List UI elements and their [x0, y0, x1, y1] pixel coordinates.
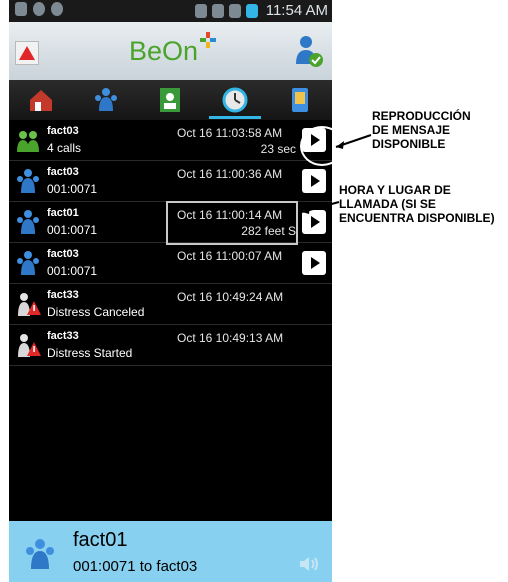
logo-plus-icon — [200, 32, 216, 48]
caller-name: fact33 — [47, 330, 79, 342]
group-green-icon — [17, 131, 39, 152]
speaker-icon[interactable] — [298, 555, 322, 573]
tab-settings[interactable] — [267, 80, 332, 120]
caller-name: fact03 — [47, 248, 79, 260]
group-blue-icon — [17, 210, 39, 234]
call-timestamp: Oct 16 10:49:13 AM — [177, 331, 284, 345]
highlight-location-box — [166, 201, 298, 245]
tab-bar — [9, 80, 332, 120]
call-timestamp: Oct 16 11:00:36 AM — [177, 167, 283, 181]
app-bar: BeOn — [9, 22, 332, 80]
contacts-icon — [94, 88, 117, 111]
active-call-detail: 001:0071 to fact03 — [73, 558, 198, 575]
play-message-button[interactable] — [302, 251, 326, 275]
play-icon — [310, 257, 320, 269]
distress-icon — [18, 334, 41, 357]
list-item[interactable]: fact33 Distress Canceled Oct 16 10:49:24 A… — [9, 284, 332, 325]
status-right-icons: 11:54 AM — [194, 2, 328, 19]
alert-button[interactable] — [15, 41, 39, 65]
call-detail: Distress Canceled — [47, 305, 145, 319]
status-bar: 11:54 AM — [9, 0, 332, 22]
tab-contacts[interactable] — [74, 80, 139, 120]
status-clock: 11:54 AM — [265, 2, 328, 19]
caller-name: fact33 — [47, 289, 79, 301]
play-message-button[interactable] — [302, 210, 326, 234]
call-detail: 001:0071 — [47, 182, 98, 196]
play-icon — [310, 216, 320, 228]
beon-logo: BeOn — [129, 36, 199, 66]
call-timestamp: Oct 16 10:49:24 AM — [177, 290, 284, 304]
user-status-icon[interactable] — [294, 34, 324, 68]
call-extra-info: 23 sec — [260, 142, 296, 156]
call-detail: Distress Started — [47, 346, 133, 360]
vibrate-icon — [194, 3, 207, 18]
caller-name: fact01 — [47, 207, 79, 219]
list-item[interactable]: fact33 Distress Started Oct 16 10:49:13 AM — [9, 325, 332, 366]
app-notification-icon — [33, 2, 45, 16]
call-timestamp: Oct 16 11:00:07 AM — [177, 249, 283, 263]
caller-name: fact03 — [47, 125, 79, 137]
battery-icon — [245, 3, 258, 18]
caller-name: fact03 — [47, 166, 79, 178]
list-item[interactable]: fact03 001:0071 Oct 16 11:00:36 AM — [9, 161, 332, 202]
annotation-playback: REPRODUCCIÓN DE MENSAJE DISPONIBLE — [372, 109, 471, 151]
distress-icon — [18, 293, 41, 316]
list-item[interactable]: fact03 4 calls Oct 16 11:03:58 AM 23 sec — [9, 120, 332, 161]
home-icon — [30, 90, 53, 111]
warning-icon — [19, 46, 35, 60]
group-blue-icon — [17, 251, 39, 275]
active-call-name: fact01 — [73, 529, 128, 551]
call-detail: 4 calls — [47, 141, 82, 155]
wifi-icon — [211, 3, 224, 18]
call-timestamp: Oct 16 11:03:58 AM — [177, 126, 283, 140]
app-notification-icon — [51, 2, 63, 16]
settings-device-icon — [291, 88, 308, 112]
call-detail: 001:0071 — [47, 264, 98, 278]
phone-screen: 11:54 AM BeOn fact03 4 calls Oct 16 11:0… — [9, 0, 332, 582]
call-detail: 001:0071 — [47, 223, 98, 237]
usb-icon — [15, 2, 27, 16]
play-icon — [310, 175, 320, 187]
status-left-icons — [15, 2, 63, 16]
play-message-button[interactable] — [302, 169, 326, 193]
active-call-bar[interactable]: fact01 001:0071 to fact03 — [9, 521, 332, 582]
contact-card-icon — [160, 88, 181, 112]
contacts-icon — [26, 539, 54, 569]
history-clock-icon — [222, 87, 248, 113]
tab-contact-card[interactable] — [138, 80, 203, 120]
tab-history[interactable] — [203, 80, 268, 120]
tab-home[interactable] — [9, 80, 74, 120]
signal-icon — [228, 3, 241, 18]
group-blue-icon — [17, 169, 39, 193]
list-item[interactable]: fact03 001:0071 Oct 16 11:00:07 AM — [9, 243, 332, 284]
annotation-time-place: HORA Y LUGAR DE LLAMADA (SI SE ENCUENTRA… — [339, 183, 495, 225]
